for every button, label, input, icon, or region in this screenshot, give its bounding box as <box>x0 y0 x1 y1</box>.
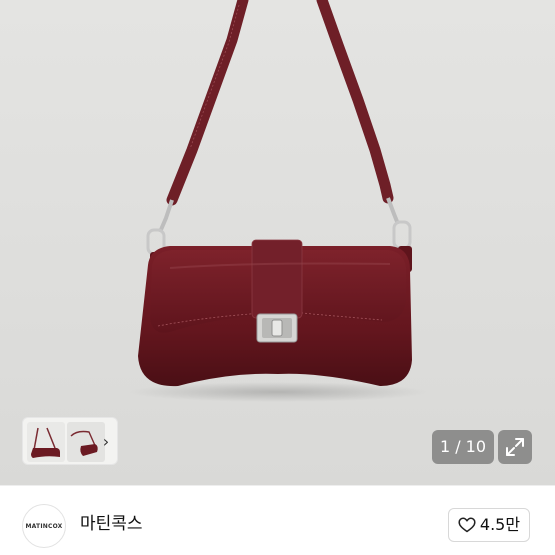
image-counter: 1 / 10 <box>432 430 494 464</box>
thumbnail-bag-image <box>31 427 60 458</box>
product-image-gallery[interactable]: › 1 / 10 <box>0 0 555 485</box>
store-name[interactable]: 마틴콕스 <box>80 512 143 536</box>
like-button[interactable]: 4.5만 <box>448 508 530 542</box>
store-logo-text: MATINCOX <box>25 522 63 530</box>
product-photo <box>128 0 428 402</box>
heart-outline-icon <box>458 517 476 533</box>
store-logo-avatar[interactable]: MATINCOX <box>22 504 66 548</box>
thumbnail-1[interactable] <box>27 422 65 462</box>
expand-button[interactable] <box>498 430 532 464</box>
thumbnail-strip[interactable]: › <box>22 417 118 465</box>
like-count: 4.5만 <box>479 515 521 534</box>
expand-arrows-icon <box>506 438 524 456</box>
chevron-right-icon[interactable]: › <box>99 432 113 452</box>
store-info-row: MATINCOX 마틴콕스 4.5만 <box>0 486 555 555</box>
